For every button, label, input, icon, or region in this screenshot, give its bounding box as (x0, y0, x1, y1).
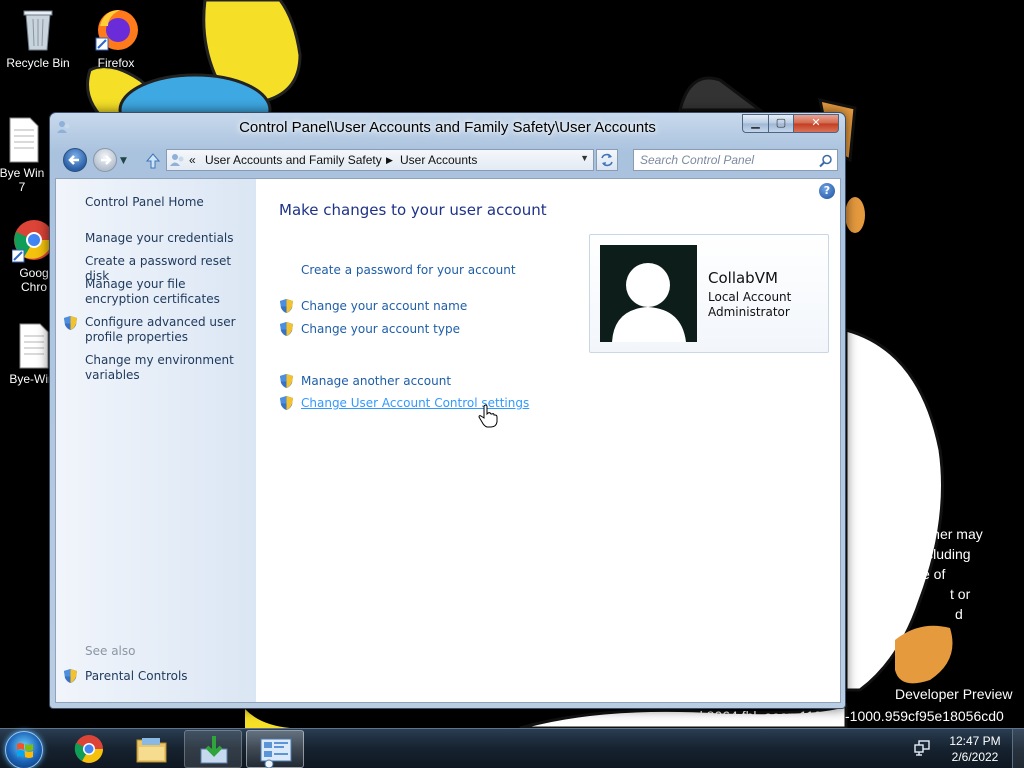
change-account-name-link[interactable]: Change your account name (301, 299, 467, 313)
windows-logo-icon (17, 743, 33, 758)
firefox-label: Firefox (97, 56, 135, 70)
account-type: Local Account (708, 290, 792, 304)
search-box[interactable] (633, 149, 838, 171)
breadcrumb-user-accounts-family-safety[interactable]: User Accounts and Family Safety (205, 153, 382, 167)
manage-another-account-link[interactable]: Manage another account (301, 374, 451, 388)
search-input[interactable] (634, 150, 814, 170)
watermark-line: e in any manner may (852, 526, 983, 542)
text-document-icon (10, 322, 54, 370)
folder-icon (136, 738, 167, 763)
recycle-bin-icon (16, 6, 60, 54)
refresh-icon (601, 153, 613, 167)
control-panel-icon (260, 738, 292, 768)
search-icon[interactable] (819, 153, 833, 168)
main-pane: ? Make changes to your user account Crea… (256, 179, 840, 702)
manage-file-encryption-link[interactable]: Manage your file encryption certificates (85, 277, 250, 307)
window-titlebar[interactable]: Control Panel\User Accounts and Family S… (50, 113, 845, 143)
minimize-button[interactable]: ▁ (742, 114, 769, 133)
configure-advanced-profile-link[interactable]: Configure advanced user profile properti… (85, 315, 250, 345)
show-desktop-button[interactable] (1012, 729, 1024, 768)
see-also-heading: See also (85, 644, 136, 658)
control-panel-window: Control Panel\User Accounts and Family S… (49, 112, 846, 709)
address-bar[interactable]: « User Accounts and Family Safety ▶ User… (166, 149, 594, 171)
refresh-button[interactable] (596, 149, 618, 171)
address-dropdown-arrow[interactable]: ▼ (580, 153, 589, 163)
system-clock[interactable]: 12:47 PM 2/6/2022 (940, 733, 1010, 765)
change-account-type-link[interactable]: Change your account type (301, 322, 460, 336)
navigation-bar: ▼ « User Accounts and Family Safety ▶ Us… (50, 145, 845, 175)
uac-shield-icon (279, 395, 294, 411)
firefox-icon (94, 6, 138, 54)
recent-pages-dropdown[interactable]: ▼ (120, 156, 127, 166)
uac-shield-icon (63, 315, 78, 331)
close-button[interactable]: ✕ (793, 114, 839, 133)
task-pane: Control Panel Home Manage your credentia… (56, 179, 256, 702)
breadcrumb-separator[interactable]: ▶ (386, 155, 393, 166)
user-silhouette-icon (612, 263, 686, 342)
watermark-build-string: d 8064.fbl_eeap.110806-1000.959cf95e1805… (695, 708, 1004, 724)
watermark-line: and including (888, 546, 971, 562)
page-title: Make changes to your user account (279, 201, 547, 219)
help-icon[interactable]: ? (819, 183, 835, 199)
arrow-right-icon (101, 155, 112, 165)
maximize-button[interactable]: ▢ (768, 114, 794, 133)
control-panel-icon (170, 153, 186, 167)
download-icon (200, 736, 228, 764)
forward-button[interactable] (93, 148, 117, 172)
parental-controls-shield-icon (63, 668, 78, 684)
recycle-bin-label: Recycle Bin (6, 56, 70, 70)
user-account-card: CollabVM Local Account Administrator (589, 234, 829, 353)
breadcrumb-user-accounts[interactable]: User Accounts (400, 153, 477, 167)
watermark-line: d (955, 606, 963, 622)
start-button[interactable] (5, 731, 43, 768)
window-title: Control Panel\User Accounts and Family S… (239, 119, 656, 136)
watermark-build-preview: Developer Preview (895, 686, 1013, 702)
taskbar-chrome-button[interactable] (60, 730, 118, 768)
address-chevrons[interactable]: « (189, 153, 196, 167)
change-environment-variables-link[interactable]: Change my environment variables (85, 353, 250, 383)
client-area: Control Panel Home Manage your credentia… (55, 178, 841, 703)
taskbar-control-panel-button[interactable] (246, 730, 304, 768)
clock-date: 2/6/2022 (951, 750, 999, 764)
watermark-confidential: fidential (852, 506, 906, 522)
user-avatar (600, 245, 697, 342)
user-name: CollabVM (708, 269, 778, 287)
watermark-line: t or (950, 586, 971, 602)
hand-cursor-icon (478, 404, 498, 428)
uac-shield-icon (279, 298, 294, 314)
parental-controls-link[interactable]: Parental Controls (85, 669, 250, 684)
text-document-icon (0, 116, 44, 164)
manage-credentials-link[interactable]: Manage your credentials (85, 231, 250, 246)
create-password-link[interactable]: Create a password for your account (301, 263, 516, 277)
clock-time: 12:47 PM (949, 734, 1001, 748)
back-button[interactable] (63, 148, 87, 172)
firefox-desktop-icon[interactable]: Firefox (78, 6, 154, 70)
uac-shield-icon (279, 321, 294, 337)
arrow-left-icon (68, 155, 79, 165)
network-icon[interactable] (913, 740, 931, 756)
chrome-icon (74, 735, 103, 763)
control-panel-home-link[interactable]: Control Panel Home (85, 195, 250, 210)
taskbar-download-button[interactable] (184, 730, 242, 768)
account-role: Administrator (708, 305, 790, 319)
up-arrow-icon[interactable] (144, 152, 162, 170)
recycle-bin-desktop-icon[interactable]: Recycle Bin (0, 6, 76, 70)
taskbar: 12:47 PM 2/6/2022 (0, 728, 1024, 768)
watermark-line: se of (915, 566, 946, 582)
uac-shield-icon (279, 373, 294, 389)
taskbar-explorer-button[interactable] (122, 730, 180, 768)
